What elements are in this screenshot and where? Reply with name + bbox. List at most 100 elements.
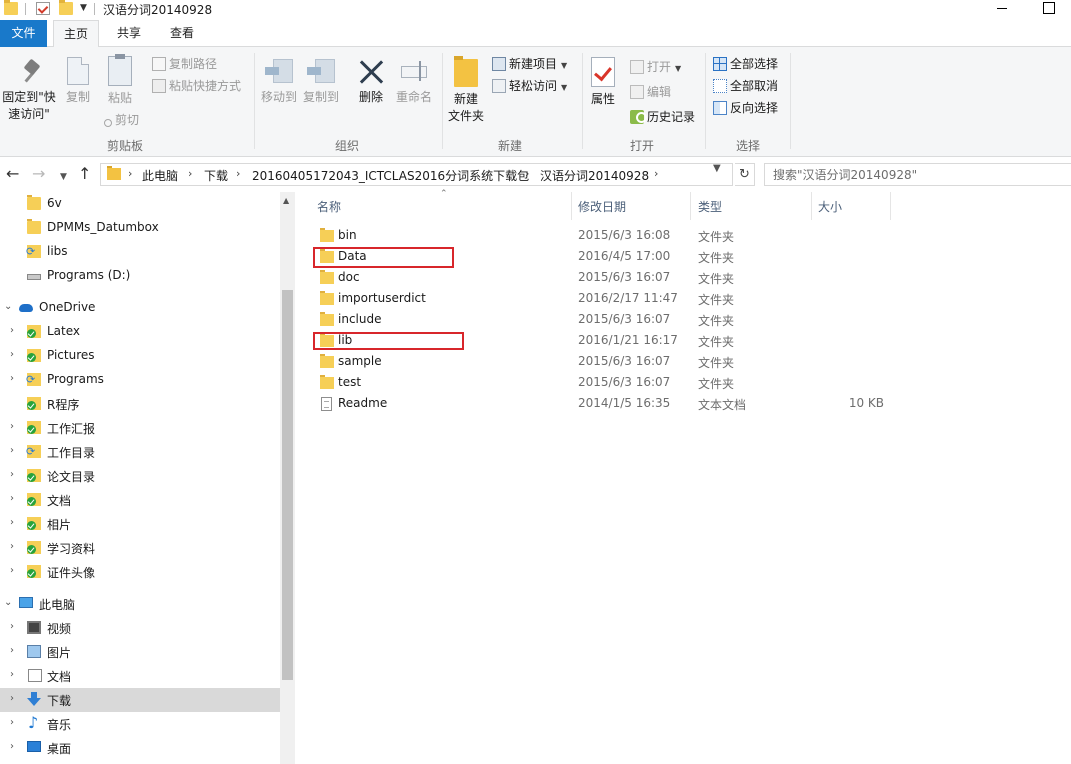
divider[interactable] xyxy=(811,192,812,220)
select-all-button[interactable]: 全部选择 xyxy=(713,56,778,72)
file-row-data[interactable]: Data 2016/4/5 17:00 文件夹 xyxy=(312,247,892,268)
column-header-size[interactable]: 大小 xyxy=(818,198,842,222)
file-row-doc[interactable]: doc 2015/6/3 16:07 文件夹 xyxy=(312,268,892,289)
maximize-button[interactable] xyxy=(1041,1,1055,15)
scroll-up-arrow-icon[interactable]: ▲ xyxy=(283,196,289,205)
copy-to-button[interactable]: 复制到 xyxy=(300,57,342,106)
chevron-right-icon[interactable]: › xyxy=(10,717,14,728)
select-none-button[interactable]: 全部取消 xyxy=(713,78,778,94)
nav-item-papers[interactable]: › 论文目录 xyxy=(0,464,280,488)
properties-check-icon[interactable] xyxy=(36,2,50,15)
file-row-readme[interactable]: Readme 2014/1/5 16:35 文本文档 10 KB xyxy=(312,394,892,415)
chevron-right-icon[interactable]: › xyxy=(10,325,14,336)
easy-access-button[interactable]: 轻松访问 ▼ xyxy=(492,78,567,96)
tab-view[interactable]: 查看 xyxy=(160,20,204,48)
history-button[interactable]: 历史记录 xyxy=(630,109,695,125)
address-history-chevron-icon[interactable]: ▼ xyxy=(713,163,721,174)
nav-item-pictures-library[interactable]: › 图片 xyxy=(0,640,280,664)
open-button[interactable]: 打开 ▼ xyxy=(630,59,681,77)
chevron-right-icon[interactable]: › xyxy=(10,517,14,528)
file-row-lib[interactable]: lib 2016/1/21 16:17 文件夹 xyxy=(312,331,892,352)
chevron-right-icon[interactable]: › xyxy=(10,349,14,360)
file-row-sample[interactable]: sample 2015/6/3 16:07 文件夹 xyxy=(312,352,892,373)
nav-item-onedrive-documents[interactable]: › 文档 xyxy=(0,488,280,512)
up-arrow-icon[interactable]: ↑ xyxy=(78,166,91,182)
chevron-right-icon[interactable]: › xyxy=(10,541,14,552)
file-row-test[interactable]: test 2015/6/3 16:07 文件夹 xyxy=(312,373,892,394)
nav-item-dpmms-datumbox[interactable]: DPMMs_Datumbox xyxy=(0,216,280,240)
move-to-button[interactable]: 移动到 xyxy=(258,57,300,106)
rename-button[interactable]: 重命名 xyxy=(393,57,435,106)
breadcrumb-ictclas-package[interactable]: 20160405172043_ICTCLAS2016分词系统下载包 xyxy=(252,167,529,184)
breadcrumb-current-folder[interactable]: 汉语分词20140928 xyxy=(540,167,649,184)
chevron-right-icon[interactable]: › xyxy=(10,373,14,384)
nav-item-study-materials[interactable]: › 学习资料 xyxy=(0,536,280,560)
new-folder-quick-icon[interactable] xyxy=(59,0,73,15)
delete-button[interactable]: 删除 xyxy=(354,57,388,106)
minimize-button[interactable] xyxy=(995,2,1009,16)
divider[interactable] xyxy=(571,192,572,220)
recent-locations-chevron-icon[interactable]: ▼ xyxy=(60,169,67,185)
chevron-right-icon[interactable]: › xyxy=(10,693,14,704)
search-field[interactable] xyxy=(764,163,1071,186)
nav-item-desktop[interactable]: › 桌面 xyxy=(0,736,280,760)
column-header-date[interactable]: 修改日期 xyxy=(578,198,626,222)
chevron-right-icon[interactable]: › xyxy=(10,669,14,680)
paste-shortcut-button[interactable]: 粘贴快捷方式 xyxy=(152,78,241,94)
nav-item-music[interactable]: › 音乐 xyxy=(0,712,280,736)
customize-quick-access-chevron-icon[interactable]: ▼ xyxy=(80,3,87,13)
chevron-right-icon[interactable]: › xyxy=(10,493,14,504)
file-row-include[interactable]: include 2015/6/3 16:07 文件夹 xyxy=(312,310,892,331)
nav-item-latex[interactable]: › Latex xyxy=(0,320,280,344)
divider[interactable] xyxy=(890,192,891,220)
divider[interactable] xyxy=(690,192,691,220)
nav-item-videos[interactable]: › 视频 xyxy=(0,616,280,640)
nav-item-libs[interactable]: libs xyxy=(0,240,280,264)
chevron-right-icon[interactable]: › xyxy=(236,167,240,180)
chevron-right-icon[interactable]: › xyxy=(10,445,14,456)
nav-item-work-reports[interactable]: › 工作汇报 xyxy=(0,416,280,440)
nav-item-6v[interactable]: 6v xyxy=(0,192,280,216)
nav-item-work-directory[interactable]: › 工作目录 xyxy=(0,440,280,464)
chevron-right-icon[interactable]: › xyxy=(10,621,14,632)
chevron-down-icon[interactable]: ⌄ xyxy=(4,301,12,312)
chevron-right-icon[interactable]: › xyxy=(10,469,14,480)
column-header-type[interactable]: 类型 xyxy=(698,198,722,222)
cut-button[interactable]: 剪切 xyxy=(104,112,139,128)
chevron-right-icon[interactable]: › xyxy=(10,565,14,576)
properties-button[interactable]: 属性 xyxy=(587,57,619,108)
copy-button[interactable]: 复制 xyxy=(62,57,94,106)
nav-item-pictures[interactable]: › Pictures xyxy=(0,344,280,368)
tab-home[interactable]: 主页 xyxy=(53,20,99,48)
chevron-right-icon[interactable]: › xyxy=(654,167,658,180)
nav-item-programs-drive[interactable]: Programs (D:) xyxy=(0,264,280,288)
nav-item-programs[interactable]: › Programs xyxy=(0,368,280,392)
back-arrow-icon[interactable]: ← xyxy=(6,166,19,182)
nav-item-onedrive[interactable]: ⌄ OneDrive xyxy=(0,296,280,320)
nav-item-photos[interactable]: › 相片 xyxy=(0,512,280,536)
address-bar[interactable]: › 此电脑 › 下载 › 20160405172043_ICTCLAS2016分… xyxy=(100,163,733,186)
copy-path-button[interactable]: 复制路径 xyxy=(152,56,217,72)
new-folder-button[interactable]: 新建 文件夹 xyxy=(445,56,487,125)
nav-item-id-photos[interactable]: › 证件头像 xyxy=(0,560,280,584)
breadcrumb-downloads[interactable]: 下载 xyxy=(204,167,228,184)
chevron-right-icon[interactable]: › xyxy=(525,167,529,180)
chevron-down-icon[interactable]: ⌄ xyxy=(4,597,12,608)
pin-to-quick-access-button[interactable]: 固定到"快 速访问" xyxy=(0,59,58,123)
chevron-right-icon[interactable]: › xyxy=(128,167,132,180)
chevron-right-icon[interactable]: › xyxy=(10,421,14,432)
refresh-button[interactable]: ↻ xyxy=(735,163,755,186)
nav-item-downloads[interactable]: › 下载 xyxy=(0,688,280,712)
invert-selection-button[interactable]: 反向选择 xyxy=(713,100,778,116)
search-input[interactable] xyxy=(765,164,1071,185)
paste-button[interactable]: 粘贴 xyxy=(103,54,137,107)
nav-item-this-pc[interactable]: ⌄ 此电脑 xyxy=(0,592,280,616)
nav-item-documents[interactable]: › 文档 xyxy=(0,664,280,688)
chevron-right-icon[interactable]: › xyxy=(188,167,192,180)
column-header-name[interactable]: 名称 xyxy=(317,198,341,222)
edit-button[interactable]: 编辑 xyxy=(630,84,671,100)
nav-pane-scroll-thumb[interactable] xyxy=(282,290,293,680)
forward-arrow-icon[interactable]: → xyxy=(32,166,45,182)
chevron-right-icon[interactable]: › xyxy=(10,645,14,656)
file-row-importuserdict[interactable]: importuserdict 2016/2/17 11:47 文件夹 xyxy=(312,289,892,310)
